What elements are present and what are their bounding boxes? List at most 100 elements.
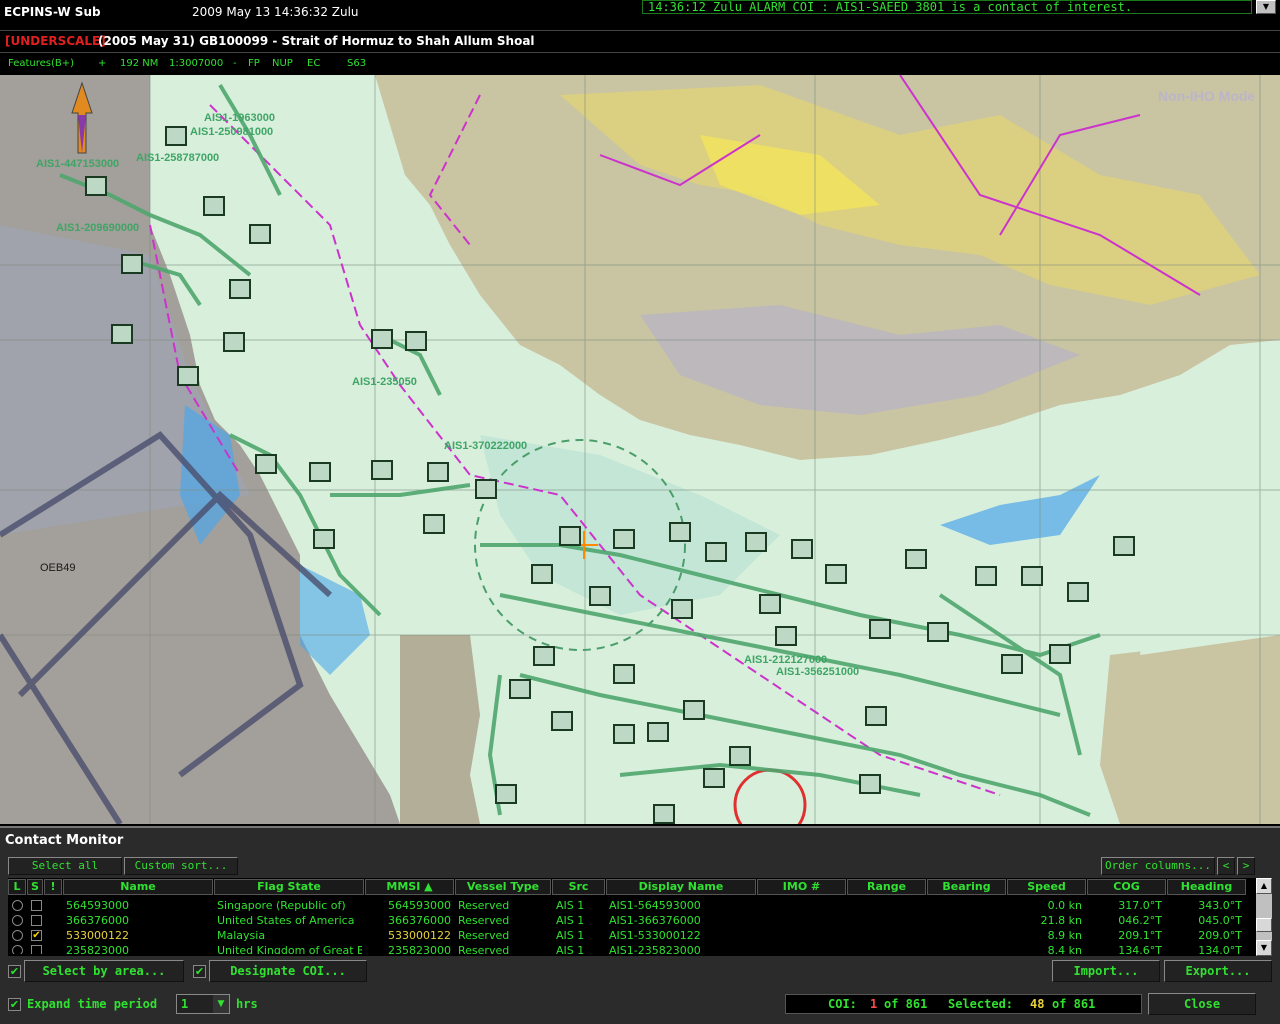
chart-canvas[interactable]: AIS1-447153000 AIS1-258787000 AIS1-20969… [0, 75, 1280, 824]
cell-name: 366376000 [66, 914, 129, 927]
cell-mmsi: 533000122 [388, 929, 451, 942]
nup-toggle[interactable]: NUP [272, 58, 293, 69]
column-header-range[interactable]: Range [847, 879, 926, 895]
range-readout: 192 NM [120, 58, 159, 69]
hrs-label: hrs [236, 997, 258, 1011]
designate-coi-checkbox[interactable]: ✔ [193, 965, 206, 978]
selected-label: Selected: [948, 997, 1014, 1011]
cell-name: 235823000 [66, 944, 129, 954]
table-row[interactable]: 366376000 United States of America 36637… [8, 913, 1254, 928]
contact-label[interactable]: AIS1-235050 [352, 376, 417, 388]
scroll-thumb[interactable] [1256, 918, 1272, 932]
order-columns-button[interactable]: Order columns... [1101, 857, 1215, 875]
designate-coi-button[interactable]: Designate COI... [209, 960, 367, 982]
cell-display-name: AIS1-366376000 [609, 914, 701, 927]
locate-radio[interactable] [12, 930, 23, 941]
land-peninsula [400, 635, 480, 824]
contact-label[interactable]: AIS1-209690000 [56, 222, 139, 234]
cell-speed: 8.9 kn [1047, 929, 1082, 942]
contact-label[interactable]: AIS1-356251000 [776, 666, 859, 678]
cell-mmsi: 564593000 [388, 899, 451, 912]
table-row[interactable]: ✔ 533000122 Malaysia 533000122 Reserved … [8, 928, 1254, 943]
cell-vessel-type: Reserved [458, 899, 510, 912]
ec-toggle[interactable]: EC [307, 58, 320, 69]
select-checkbox[interactable] [31, 900, 42, 911]
locate-radio[interactable] [12, 900, 23, 911]
dropdown-arrow-icon[interactable]: ▼ [213, 995, 229, 1013]
cell-flag: United States of America [217, 914, 355, 927]
cell-name: 533000122 [66, 929, 129, 942]
nautical-chart-view[interactable]: AIS1-447153000 AIS1-258787000 AIS1-20969… [0, 75, 1280, 824]
contact-label[interactable]: AIS1-1963000 [204, 112, 275, 124]
chevron-down-icon[interactable]: ▼ [1256, 0, 1276, 14]
contact-label[interactable]: AIS1-212127000 [744, 654, 827, 666]
cell-display-name: AIS1-533000122 [609, 929, 701, 942]
cell-heading: 045.0°T [1198, 914, 1242, 927]
chevron-right-icon[interactable]: > [1237, 857, 1255, 875]
column-header-l[interactable]: L [8, 879, 26, 895]
chart-title: (2005 May 31) GB100099 - Strait of Hormu… [98, 34, 535, 48]
cell-display-name: AIS1-235823000 [609, 944, 701, 954]
cell-speed: 21.8 kn [1040, 914, 1082, 927]
fp-toggle[interactable]: FP [248, 58, 260, 69]
panel-title: Contact Monitor [5, 833, 124, 848]
watermark-text: Non-IHO Mode [1158, 88, 1255, 104]
cell-mmsi: 366376000 [388, 914, 451, 927]
column-header-flag-state[interactable]: Flag State [214, 879, 364, 895]
cell-speed: 0.0 kn [1047, 899, 1082, 912]
custom-sort-button[interactable]: Custom sort... [124, 857, 238, 875]
table-row[interactable]: 235823000 United Kingdom of Great B 2358… [8, 943, 1254, 954]
selected-total: of 861 [1052, 997, 1096, 1011]
scroll-up-icon[interactable]: ▲ [1256, 878, 1272, 894]
features-button[interactable]: Features(B+) [8, 58, 74, 69]
cell-cog: 317.0°T [1118, 899, 1162, 912]
chevron-left-icon[interactable]: < [1217, 857, 1235, 875]
column-header-speed[interactable]: Speed [1007, 879, 1086, 895]
expand-time-checkbox[interactable]: ✔ [8, 998, 21, 1011]
contact-label[interactable]: AIS1-258787000 [136, 152, 219, 164]
export-button[interactable]: Export... [1164, 960, 1272, 982]
select-all-button[interactable]: Select all [8, 857, 122, 875]
column-header-src[interactable]: Src [552, 879, 605, 895]
cell-cog: 209.1°T [1118, 929, 1162, 942]
column-header-name[interactable]: Name [63, 879, 213, 895]
column-header-cog[interactable]: COG [1087, 879, 1166, 895]
locate-radio[interactable] [12, 945, 23, 954]
column-header-display-name[interactable]: Display Name [606, 879, 756, 895]
sort-ascending-icon: ▲ [424, 880, 433, 893]
coi-status-readout: COI: 1 of 861 Selected: 48 of 861 [785, 994, 1142, 1014]
scroll-down-icon[interactable]: ▼ [1256, 940, 1272, 956]
select-by-area-checkbox[interactable]: ✔ [8, 965, 21, 978]
column-header-mmsi[interactable]: MMSI ▲ [365, 879, 454, 895]
zoom-out-button[interactable]: - [233, 58, 237, 69]
select-checkbox[interactable]: ✔ [31, 930, 42, 941]
table-row[interactable]: 564593000 Singapore (Republic of) 564593… [8, 898, 1254, 913]
alarm-message-box[interactable]: 14:36:12 Zulu ALARM COI : AIS1-SAEED 380… [642, 0, 1252, 14]
cell-src: AIS 1 [556, 944, 585, 954]
column-header-bearing[interactable]: Bearing [927, 879, 1006, 895]
close-button[interactable]: Close [1148, 993, 1256, 1015]
zoom-in-button[interactable]: + [98, 58, 106, 69]
time-period-select[interactable]: 1 ▼ [176, 994, 230, 1014]
locate-radio[interactable] [12, 915, 23, 926]
select-checkbox[interactable] [31, 945, 42, 954]
column-header-alert[interactable]: ! [44, 879, 62, 895]
chart-info-bar: Features(B+) + 192 NM 1:3007000 - FP NUP… [0, 54, 1280, 74]
contact-label[interactable]: AIS1-447153000 [36, 158, 119, 170]
cell-src: AIS 1 [556, 899, 585, 912]
cell-vessel-type: Reserved [458, 929, 510, 942]
column-header-heading[interactable]: Heading [1167, 879, 1246, 895]
table-scrollbar[interactable]: ▲ ▼ [1256, 878, 1272, 956]
column-header-vessel-type[interactable]: Vessel Type [455, 879, 551, 895]
contact-label[interactable]: AIS1-250981000 [190, 126, 273, 138]
select-by-area-button[interactable]: Select by area... [24, 960, 184, 982]
cell-flag: United Kingdom of Great B [217, 944, 362, 954]
select-checkbox[interactable] [31, 915, 42, 926]
import-button[interactable]: Import... [1052, 960, 1160, 982]
cell-vessel-type: Reserved [458, 914, 510, 927]
scale-readout: 1:3007000 [169, 58, 224, 69]
alarm-text: 14:36:12 Zulu ALARM COI : AIS1-SAEED 380… [648, 0, 1133, 14]
contact-label[interactable]: AIS1-370222000 [444, 440, 527, 452]
column-header-imo[interactable]: IMO # [757, 879, 846, 895]
column-header-s[interactable]: S [27, 879, 43, 895]
